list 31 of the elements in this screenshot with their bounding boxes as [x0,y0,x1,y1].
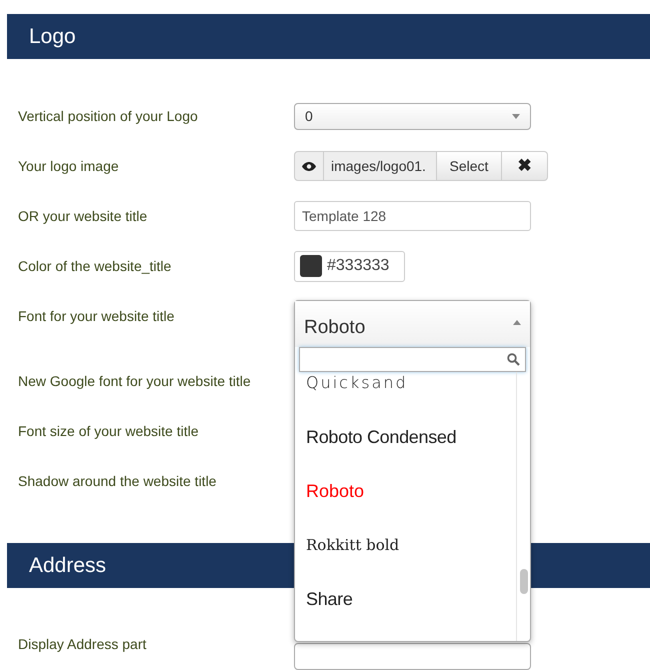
field-label: Your logo image [17,156,120,176]
title-field[interactable]: Template 128 [294,201,531,231]
select-field[interactable]: 0 [294,102,531,130]
field-label: Vertical position of your Logo [17,106,199,126]
section-title: Logo [29,24,76,50]
font-option[interactable]: Quicksand [295,372,516,410]
select-button[interactable]: Select [436,151,502,181]
font-option[interactable]: Roboto Condensed [295,410,516,464]
field-label: Display Address part [17,634,148,654]
field-label: Font for your website title [17,306,176,326]
color-field[interactable]: #333333 [294,250,405,282]
preview-button[interactable] [294,151,324,181]
font-search-field[interactable] [299,347,526,372]
clear-button[interactable]: ✖ [502,151,548,181]
field-label: Font size of your website title [17,422,200,441]
caret-icon [512,114,520,118]
field-label: New Google font for your website title [17,372,252,391]
field-label: OR your website title [17,206,148,226]
search-icon [507,353,520,366]
section-title: Address [29,552,106,579]
image-path-field[interactable]: images/logo01. [324,151,436,181]
eye-icon [302,162,316,170]
font-option[interactable]: Share [295,572,516,626]
select-field[interactable] [294,642,531,670]
font-select-field[interactable]: Roboto [295,301,530,347]
field-label: Shadow around the website title [17,472,218,490]
field-label: Color of the website_title [17,256,172,276]
caret-up-icon [513,320,521,325]
scrollbar-thumb[interactable] [520,569,528,594]
font-option[interactable]: Rokkitt bold [295,518,516,572]
font-option[interactable]: Roboto [295,464,516,518]
